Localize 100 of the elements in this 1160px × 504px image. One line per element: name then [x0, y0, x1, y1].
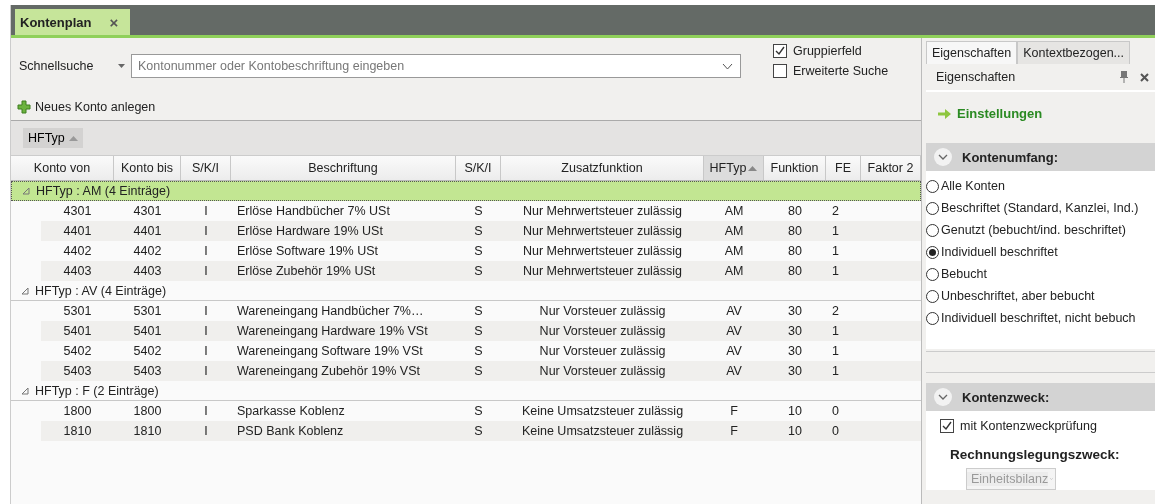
table-cell: 30 — [788, 324, 802, 338]
table-cell: S — [474, 344, 483, 358]
collapse-triangle-icon[interactable] — [21, 386, 29, 395]
table-cell: 10 — [788, 424, 802, 438]
radio-option[interactable]: Genutzt (bebucht/ind. beschriftet) — [926, 219, 1155, 241]
radio-option[interactable]: Individuell beschriftet — [926, 241, 1155, 263]
radio-button[interactable] — [926, 289, 939, 303]
table-cell: S — [474, 244, 483, 258]
table-cell: 10 — [788, 404, 802, 418]
table-cell: I — [204, 244, 208, 258]
table-cell: 1800 — [63, 404, 92, 418]
search-label: Schnellsuche — [19, 59, 95, 73]
table-cell: AV — [726, 344, 742, 358]
table-cell: Nur Mehrwertsteuer zulässig — [522, 244, 683, 258]
table-cell: 2 — [832, 304, 839, 318]
table-cell: 1 — [832, 364, 839, 378]
table-cell: Erlöse Software 19% USt — [237, 244, 379, 258]
radio-button[interactable] — [926, 311, 939, 325]
table-cell: I — [204, 344, 208, 358]
search-field[interactable]: Kontonummer oder Kontobeschriftung eingeben — [131, 54, 741, 78]
chevron-down-icon — [1048, 475, 1055, 483]
tab-label[interactable]: Kontenplan — [20, 14, 92, 30]
table-cell: 4401 — [63, 224, 92, 238]
table-cell: Nur Vorsteuer zulässig — [539, 304, 666, 318]
table-cell: Sparkasse Koblenz — [237, 404, 345, 418]
radio-button[interactable] — [926, 223, 939, 237]
radio-option[interactable]: Individuell beschriftet, nicht bebuch — [926, 307, 1155, 329]
checkbox[interactable] — [773, 64, 787, 78]
table-cell: 4403 — [63, 264, 92, 278]
checkbox[interactable] — [773, 44, 787, 58]
group-by-chip[interactable]: HFTyp — [23, 128, 83, 148]
radio-button[interactable] — [926, 245, 939, 259]
table-cell: Wareneingang Zubehör 19% VSt — [237, 364, 420, 378]
group-row[interactable]: HFTyp : F (2 Einträge) — [11, 381, 921, 401]
table-cell: 5403 — [63, 364, 92, 378]
table-cell: 30 — [788, 344, 802, 358]
table-cell: 1 — [832, 224, 839, 238]
table-cell: AM — [724, 224, 744, 238]
chevron-icon[interactable] — [934, 148, 952, 166]
table-cell: I — [204, 404, 208, 418]
column-header[interactable]: Konto bis — [114, 156, 181, 180]
section-title: Kontenumfang: — [962, 149, 1059, 165]
checkbox-label: Erweiterte Suche — [793, 64, 889, 78]
new-account-button[interactable]: Neues Konto anlegen — [17, 100, 156, 114]
dropdown-chevron-icon[interactable] — [722, 63, 733, 70]
table-cell: 5402 — [63, 344, 92, 358]
column-header[interactable]: Beschriftung — [231, 156, 456, 180]
column-header[interactable]: FE — [826, 156, 861, 180]
table-cell: 1800 — [133, 404, 162, 418]
column-header[interactable]: S/K/I — [181, 156, 231, 180]
table-cell: 80 — [788, 244, 802, 258]
radio-button[interactable] — [926, 267, 939, 281]
panel-tab[interactable]: Eigenschaften — [926, 41, 1018, 64]
column-header[interactable]: Faktor 2 — [861, 156, 921, 180]
table-cell: 1 — [832, 344, 839, 358]
radio-option[interactable]: Bebucht — [926, 263, 1155, 285]
column-header[interactable]: HFTyp — [704, 156, 764, 180]
chevron-icon[interactable] — [934, 388, 952, 406]
table-cell: 0 — [832, 404, 839, 418]
collapse-triangle-icon[interactable] — [21, 286, 29, 295]
radio-button[interactable] — [926, 179, 939, 193]
table-cell: Erlöse Handbücher 7% USt — [237, 204, 390, 218]
table-cell: 5401 — [63, 324, 92, 338]
radio-button[interactable] — [926, 201, 939, 215]
column-header[interactable]: S/K/I — [456, 156, 501, 180]
radio-option[interactable]: Beschriftet (Standard, Kanzlei, Ind.) — [926, 197, 1155, 219]
table-cell: AM — [724, 264, 744, 278]
sort-arrow-icon — [748, 165, 758, 171]
radio-option[interactable]: Unbeschriftet, aber bebucht — [926, 285, 1155, 307]
group-row[interactable]: HFTyp : AM (4 Einträge) — [11, 181, 921, 201]
table-cell: 80 — [788, 224, 802, 238]
collapse-triangle-icon[interactable] — [22, 187, 30, 195]
settings-link[interactable]: Einstellungen — [938, 106, 1043, 121]
table-cell: Nur Vorsteuer zulässig — [539, 344, 666, 358]
group-row[interactable]: HFTyp : AV (4 Einträge) — [11, 281, 921, 301]
column-header[interactable]: Funktion — [764, 156, 826, 180]
pin-icon[interactable] — [1120, 71, 1128, 83]
table-cell: 4402 — [63, 244, 92, 258]
table-cell: 4301 — [63, 204, 92, 218]
table-cell: Wareneingang Hardware 19% VSt — [237, 324, 428, 338]
table-cell: AV — [726, 324, 742, 338]
table-cell: 30 — [788, 364, 802, 378]
table-cell: S — [474, 324, 483, 338]
document-tab[interactable]: Kontenplan × — [15, 9, 131, 35]
table-cell: 1 — [832, 264, 839, 278]
table-cell: PSD Bank Koblenz — [237, 424, 344, 438]
column-header[interactable]: Konto von — [11, 156, 114, 180]
table-cell: Nur Mehrwertsteuer zulässig — [522, 224, 683, 238]
radio-option[interactable]: Alle Konten — [926, 175, 1155, 197]
checkbox-label: mit Kontenzweckprüfung — [960, 419, 1097, 433]
panel-tab[interactable]: Kontextbezogen... — [1017, 41, 1130, 64]
dropdown-icon[interactable] — [117, 64, 125, 68]
close-icon[interactable] — [1140, 72, 1149, 82]
table-cell: Erlöse Zubehör 19% USt — [237, 264, 376, 278]
plus-icon — [17, 100, 31, 114]
table-cell: Nur Mehrwertsteuer zulässig — [522, 264, 683, 278]
table-cell: Nur Vorsteuer zulässig — [539, 364, 666, 378]
close-icon[interactable]: × — [109, 13, 119, 31]
checkbox[interactable] — [940, 419, 954, 433]
table-cell: 5301 — [63, 304, 92, 318]
